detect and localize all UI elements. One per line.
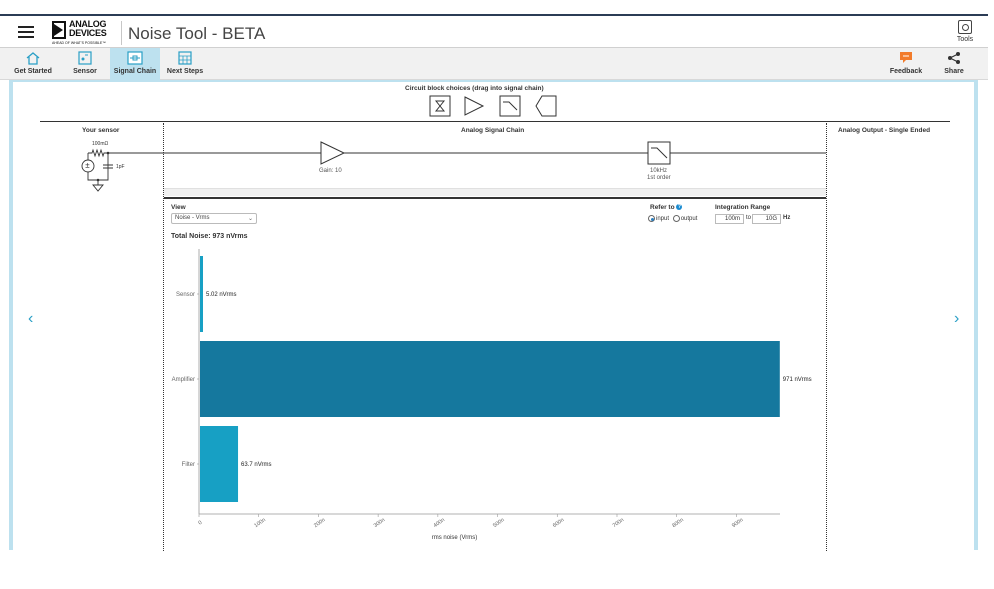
filter-order-label: 1st order [647, 175, 671, 181]
prev-arrow-icon[interactable]: ‹ [28, 310, 33, 328]
nav-label-get-started: Get Started [14, 68, 52, 75]
refer-output-radio[interactable]: output [672, 215, 698, 223]
chain-amplifier-icon[interactable] [320, 141, 346, 165]
chain-scrollbar[interactable] [164, 188, 826, 196]
share-label: Share [944, 68, 964, 75]
category-label: Filter [182, 462, 195, 468]
chain-divider [164, 197, 826, 199]
logo-line2: DEVICES [69, 28, 107, 38]
block-choices-title: Circuit block choices (drag into signal … [405, 85, 544, 92]
range-from-input[interactable]: 100m [715, 214, 744, 224]
feedback-icon [900, 52, 912, 63]
refer-label: Refer to [650, 204, 675, 211]
total-noise: Total Noise: 973 nVrms [171, 233, 248, 240]
bar-amplifier[interactable] [200, 341, 780, 417]
share-button[interactable]: Share [936, 48, 972, 80]
nav-get-started[interactable]: Get Started [10, 48, 56, 80]
output-icon[interactable] [535, 95, 557, 117]
nav-label-signal-chain: Signal Chain [113, 68, 157, 75]
x-tick-label: 800n [671, 517, 684, 529]
share-icon [948, 52, 960, 64]
bar-filter[interactable] [200, 426, 239, 502]
cap-label: 1pF [116, 164, 125, 170]
x-tick-label: 900n [731, 517, 744, 529]
logo-tagline: AHEAD OF WHAT'S POSSIBLE™ [52, 41, 106, 45]
top-bar: ANALOG DEVICES AHEAD OF WHAT'S POSSIBLE™… [0, 14, 988, 48]
view-label: View [171, 204, 186, 211]
feedback-button[interactable]: Feedback [886, 48, 926, 80]
home-icon [26, 52, 40, 65]
noise-bar-chart: Sensor 5.02 nVrms Amplifier 971 nVrms Filter… [172, 249, 812, 541]
x-tick-label: 100n [253, 517, 266, 529]
next-arrow-icon[interactable]: › [954, 310, 959, 328]
tools-icon [958, 20, 972, 34]
sensor-icon [78, 51, 92, 65]
calendar-icon [178, 51, 192, 65]
resistor-label: 100mΩ [92, 141, 109, 147]
range-to-word: to [746, 215, 752, 221]
nav-signal-chain[interactable]: Signal Chain [110, 48, 160, 80]
logo-triangle [54, 24, 63, 36]
x-tick-label: 700n [612, 517, 625, 529]
analog-devices-logo[interactable]: ANALOG DEVICES AHEAD OF WHAT'S POSSIBLE™ [52, 19, 114, 45]
section-divider [40, 121, 950, 122]
sensor-title: Your sensor [82, 127, 120, 134]
refer-input-radio[interactable]: input [648, 215, 670, 223]
nav-label-sensor: Sensor [73, 68, 97, 75]
chain-title: Analog Signal Chain [461, 127, 525, 134]
header-divider [121, 21, 122, 45]
view-select[interactable]: Noise - Vrms ⌄ [171, 213, 257, 224]
sensor-schematic[interactable]: 100mΩ ± 1pF [74, 138, 164, 198]
block-choices [429, 95, 564, 119]
nav-sensor[interactable]: Sensor [66, 48, 104, 80]
app-title: Noise Tool - BETA [128, 24, 266, 43]
noise-tool-app: ANALOG DEVICES AHEAD OF WHAT'S POSSIBLE™… [0, 0, 994, 589]
filter-icon[interactable] [499, 95, 521, 117]
adc-icon[interactable] [429, 95, 451, 117]
x-tick-label: 500n [492, 517, 505, 529]
x-tick-label: 200n [313, 517, 326, 529]
x-tick-label: 600n [552, 517, 565, 529]
signal-chain-icon [127, 51, 143, 65]
refer-output-label: output [680, 216, 698, 223]
refer-to: Refer to ? [650, 204, 683, 211]
feedback-label: Feedback [889, 68, 923, 75]
filter-freq-label: 10kHz [650, 168, 667, 174]
nav-bar: Get Started Sensor Signal Chain Next Ste… [0, 48, 988, 80]
category-label: Sensor [176, 292, 195, 298]
amplifier-icon[interactable] [463, 95, 485, 117]
nav-label-next-steps: Next Steps [166, 68, 204, 75]
menu-icon[interactable] [18, 26, 34, 39]
chain-output-separator [826, 123, 827, 551]
value-label: 63.7 nVrms [241, 462, 271, 468]
chain-filter-icon[interactable] [647, 141, 671, 165]
category-label: Amplifier [172, 377, 195, 383]
tools-button[interactable]: Tools [952, 20, 978, 43]
logo-text: ANALOG DEVICES [69, 20, 107, 38]
refer-options: input output [648, 215, 697, 222]
x-axis-label: rms noise (Vrms) [432, 535, 477, 541]
svg-text:±: ± [85, 161, 90, 170]
help-icon[interactable]: ? [676, 204, 683, 210]
bar-sensor[interactable] [200, 256, 203, 332]
integration-label: Integration Range [715, 204, 771, 211]
radio-icon [648, 215, 655, 222]
tools-label: Tools [956, 36, 974, 43]
nav-next-steps[interactable]: Next Steps [164, 48, 206, 80]
chevron-down-icon: ⌄ [247, 216, 253, 222]
refer-input-label: input [656, 216, 670, 223]
x-tick-label: 300n [373, 517, 386, 529]
value-label: 971 nVrms [783, 377, 812, 383]
value-label: 5.02 nVrms [206, 292, 236, 298]
x-tick-label: 400n [433, 517, 446, 529]
view-select-value: Noise - Vrms [175, 215, 210, 221]
radio-icon [672, 215, 680, 222]
x-tick-label: 0 [197, 520, 203, 527]
range-to-input[interactable]: 10G [752, 214, 781, 224]
output-title: Analog Output - Single Ended [838, 127, 931, 134]
amp-gain-label: Gain: 10 [319, 168, 342, 174]
range-unit: Hz [783, 215, 791, 221]
